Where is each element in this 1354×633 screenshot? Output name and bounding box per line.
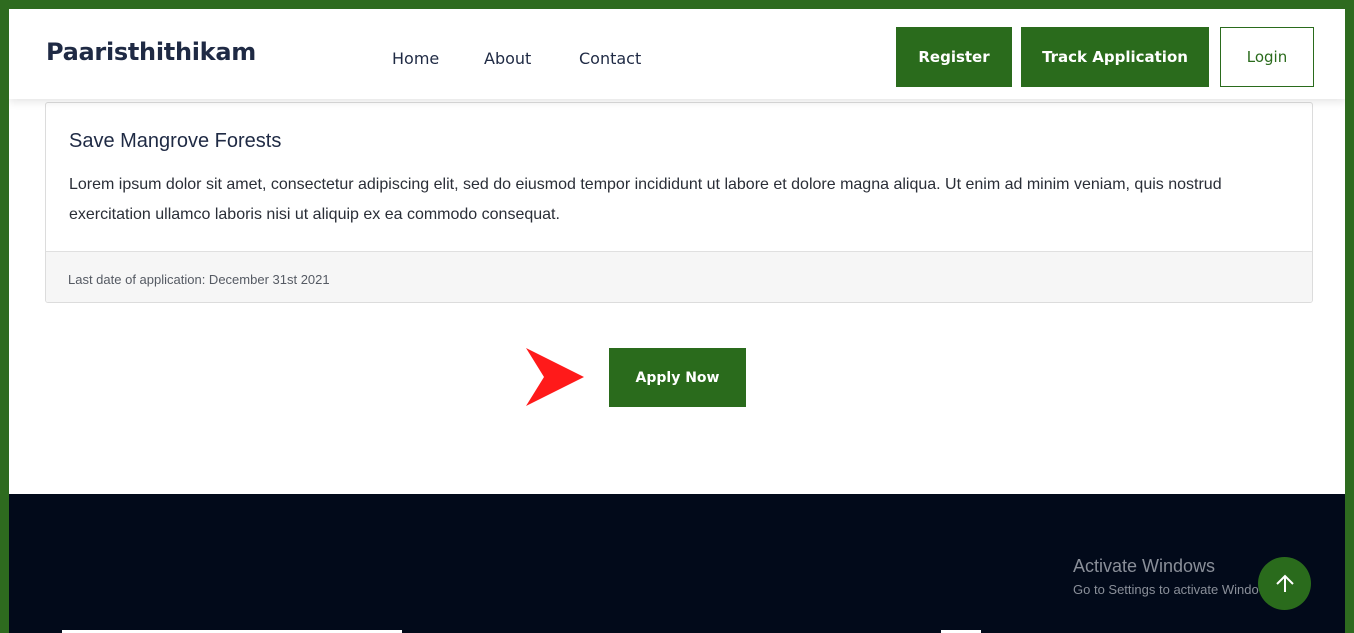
card-title: Save Mangrove Forests <box>69 130 282 152</box>
scroll-to-top-button[interactable] <box>1258 557 1311 610</box>
brand-logo[interactable]: Paaristhithikam <box>46 38 256 66</box>
windows-watermark-title: Activate Windows <box>1073 556 1216 576</box>
windows-watermark-subtitle: Go to Settings to activate Windows. <box>1073 582 1279 597</box>
apply-now-button[interactable]: Apply Now <box>609 348 746 407</box>
register-button[interactable]: Register <box>896 27 1012 87</box>
last-date-text: Last date of application: December 31st … <box>68 272 330 287</box>
nav-about[interactable]: About <box>484 49 531 68</box>
arrow-up-icon <box>1275 574 1294 592</box>
login-button[interactable]: Login <box>1220 27 1314 87</box>
pointer-arrow-icon <box>526 348 584 406</box>
site-header: Paaristhithikam Home About Contact Regis… <box>9 9 1345 99</box>
card-description: Lorem ipsum dolor sit amet, consectetur … <box>69 176 1222 223</box>
scheme-card: Save Mangrove Forests Lorem ipsum dolor … <box>45 102 1313 303</box>
track-application-button[interactable]: Track Application <box>1021 27 1209 87</box>
nav-home[interactable]: Home <box>392 49 439 68</box>
nav-contact[interactable]: Contact <box>579 49 641 68</box>
card-footer: Last date of application: December 31st … <box>46 251 1312 302</box>
site-footer: Activate Windows Go to Settings to activ… <box>9 494 1345 633</box>
